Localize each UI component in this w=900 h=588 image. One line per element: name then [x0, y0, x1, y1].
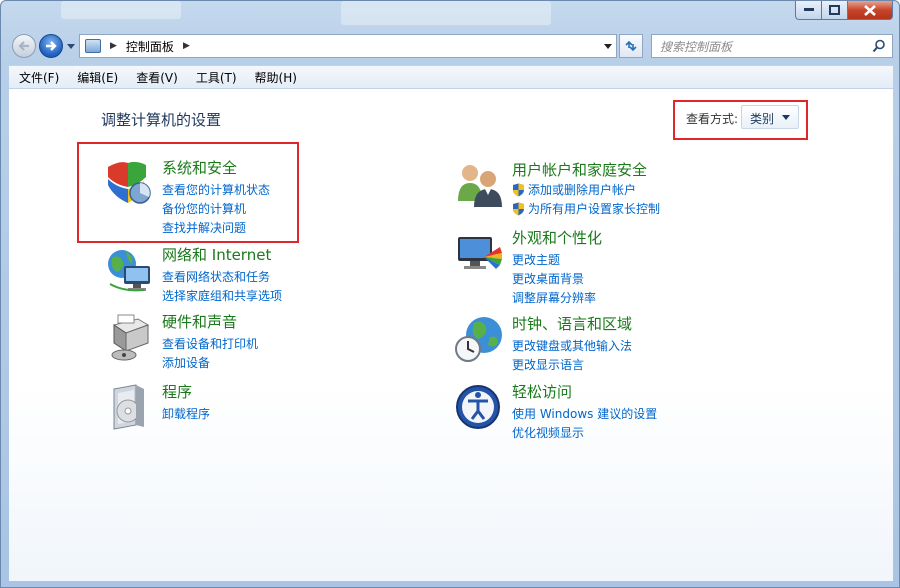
network-internet-icon[interactable]	[104, 244, 156, 296]
link[interactable]: 卸载程序	[162, 405, 210, 422]
link[interactable]: 使用 Windows 建议的设置	[512, 405, 657, 422]
content-area: 调整计算机的设置 查看方式: 类别 系统和安全 查看您的计算机状态 备份您的计算…	[9, 89, 893, 581]
search-box[interactable]	[651, 34, 893, 58]
link[interactable]: 添加或删除用户帐户	[512, 181, 636, 198]
navigation-bar: ▶ 控制面板 ▶	[1, 29, 900, 65]
window-buttons	[795, 1, 893, 21]
clock-language-region-icon[interactable]	[454, 313, 506, 365]
refresh-icon	[625, 40, 637, 52]
link[interactable]: 查看设备和打印机	[162, 335, 258, 352]
uac-shield-icon	[513, 183, 524, 196]
hardware-sound-icon[interactable]	[104, 311, 156, 363]
address-bar[interactable]: ▶ 控制面板 ▶	[79, 34, 617, 58]
link[interactable]: 为所有用户设置家长控制	[512, 200, 660, 217]
uac-shield-icon	[513, 202, 524, 215]
menu-file[interactable]: 文件(F)	[9, 69, 67, 86]
back-arrow-icon	[18, 41, 29, 51]
chevron-right-icon[interactable]: ▶	[183, 41, 190, 51]
category-appearance: 外观和个性化 更改主题 更改桌面背景 调整屏幕分辨率	[454, 227, 714, 307]
link[interactable]: 更改桌面背景	[512, 270, 584, 287]
menu-edit[interactable]: 编辑(E)	[67, 69, 126, 86]
window-frame: ▶ 控制面板 ▶ 文件(F) 编辑(E) 查看(V) 工具(T) 帮助(H) 调…	[0, 0, 900, 588]
category-title[interactable]: 网络和 Internet	[162, 244, 271, 265]
menu-view[interactable]: 查看(V)	[126, 69, 186, 86]
refresh-button[interactable]	[619, 34, 643, 58]
category-clock-language-region: 时钟、语言和区域 更改键盘或其他输入法 更改显示语言	[454, 313, 714, 373]
maximize-icon	[829, 5, 840, 15]
link[interactable]: 优化视频显示	[512, 424, 584, 441]
category-network-internet: 网络和 Internet 查看网络状态和任务 选择家庭组和共享选项	[104, 244, 324, 304]
category-ease-of-access: 轻松访问 使用 Windows 建议的设置 优化视频显示	[454, 381, 714, 441]
user-accounts-icon[interactable]	[454, 159, 506, 211]
minimize-button[interactable]	[795, 1, 822, 20]
link-text[interactable]: 添加或删除用户帐户	[528, 181, 636, 198]
menu-tools[interactable]: 工具(T)	[186, 69, 245, 86]
control-panel-icon	[85, 39, 101, 53]
menu-bar: 文件(F) 编辑(E) 查看(V) 工具(T) 帮助(H)	[9, 65, 893, 89]
category-title[interactable]: 轻松访问	[512, 381, 572, 402]
address-dropdown-icon[interactable]	[604, 44, 612, 49]
search-input[interactable]	[658, 37, 862, 57]
link[interactable]: 选择家庭组和共享选项	[162, 287, 282, 304]
highlight-box-system-security	[77, 142, 299, 243]
link[interactable]: 调整屏幕分辨率	[512, 289, 596, 306]
category-title[interactable]: 用户帐户和家庭安全	[512, 159, 647, 180]
close-icon	[864, 4, 876, 16]
close-button[interactable]	[848, 1, 893, 20]
maximize-button[interactable]	[822, 1, 848, 20]
breadcrumb-control-panel[interactable]: 控制面板	[126, 38, 174, 55]
background-ghost	[341, 1, 551, 25]
ease-of-access-icon[interactable]	[454, 381, 506, 433]
page-title: 调整计算机的设置	[101, 111, 222, 129]
category-title[interactable]: 程序	[162, 381, 192, 402]
title-bar	[1, 1, 900, 29]
chevron-right-icon[interactable]: ▶	[110, 41, 117, 51]
forward-arrow-icon	[46, 41, 57, 51]
category-hardware-sound: 硬件和声音 查看设备和打印机 添加设备	[104, 311, 324, 371]
recent-pages-dropdown[interactable]	[67, 44, 75, 49]
category-title[interactable]: 时钟、语言和区域	[512, 313, 632, 334]
minimize-icon	[803, 8, 814, 11]
link[interactable]: 查看网络状态和任务	[162, 268, 270, 285]
forward-button[interactable]	[39, 34, 63, 58]
link[interactable]: 更改主题	[512, 251, 560, 268]
programs-icon[interactable]	[104, 381, 156, 433]
link[interactable]: 更改键盘或其他输入法	[512, 337, 632, 354]
highlight-box-view-by	[673, 100, 808, 140]
category-title[interactable]: 硬件和声音	[162, 311, 237, 332]
category-user-accounts: 用户帐户和家庭安全 添加或删除用户帐户 为所有用户设置家长控制	[454, 159, 714, 219]
link-text[interactable]: 为所有用户设置家长控制	[528, 200, 660, 217]
link[interactable]: 更改显示语言	[512, 356, 584, 373]
link[interactable]: 添加设备	[162, 354, 210, 371]
category-programs: 程序 卸载程序	[104, 381, 324, 441]
category-title[interactable]: 外观和个性化	[512, 227, 602, 248]
search-icon[interactable]	[872, 39, 886, 53]
background-ghost	[61, 1, 181, 19]
appearance-icon[interactable]	[454, 227, 506, 279]
menu-help[interactable]: 帮助(H)	[245, 69, 305, 86]
back-button[interactable]	[12, 34, 36, 58]
